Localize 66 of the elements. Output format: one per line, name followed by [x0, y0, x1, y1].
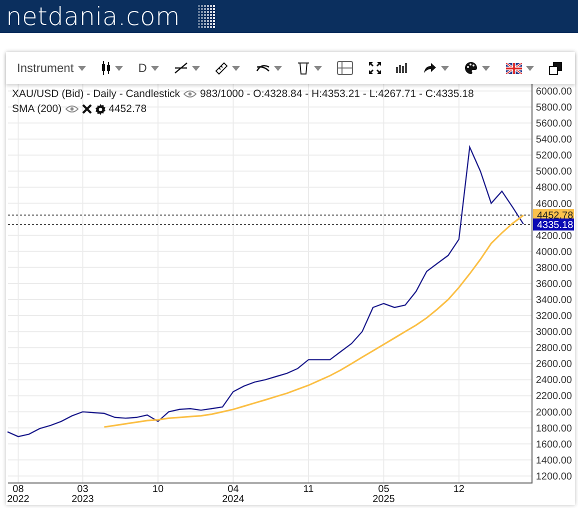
grid-logo-icon	[198, 4, 216, 28]
window-restore-icon	[548, 62, 562, 74]
settings-icon[interactable]	[94, 104, 106, 114]
caret-icon	[526, 66, 534, 70]
axis-label: 4200.00	[536, 230, 572, 242]
caret-icon	[150, 66, 159, 70]
axis-label: 4000.00	[536, 246, 572, 258]
axis-label: 4800.00	[536, 182, 572, 194]
caret-icon	[482, 66, 490, 70]
axis-label: 5200.00	[536, 150, 572, 162]
caret-icon	[314, 66, 322, 70]
indicator-value: 4452.78	[108, 103, 147, 115]
axis-label: 2800.00	[536, 343, 572, 354]
axis-label: 2600.00	[536, 359, 572, 370]
uk-flag-icon	[506, 62, 522, 74]
trash-icon	[296, 61, 310, 75]
interval-dropdown[interactable]: D	[135, 59, 162, 77]
axis-label: 1200.00	[536, 471, 572, 482]
palette-icon	[464, 61, 478, 75]
axis-label: 03 2023	[72, 484, 94, 505]
caret-icon	[232, 66, 240, 70]
site-logo[interactable]: netdania.com	[6, 2, 180, 31]
axis-label: 5800.00	[536, 102, 572, 114]
axis-label: 2200.00	[536, 391, 572, 402]
caret-icon	[78, 66, 86, 70]
caret-icon	[114, 66, 123, 70]
bar-chart-icon	[396, 63, 408, 73]
axis-label: 4600.00	[536, 198, 572, 210]
series-title: XAU/USD (Bid) - Daily - Candlestick	[12, 88, 180, 100]
axis-label: 3600.00	[536, 278, 572, 290]
price-marker: 4335.18	[533, 218, 574, 231]
axis-label: 04 2024	[222, 484, 244, 505]
fullscreen-icon	[368, 62, 380, 74]
eye-icon[interactable]	[183, 90, 198, 98]
axis-label: 1800.00	[536, 423, 572, 434]
axis-label: 10	[152, 484, 164, 495]
axis-label: 3400.00	[536, 295, 572, 306]
axis-label: 1400.00	[536, 455, 572, 466]
close-icon[interactable]	[82, 104, 92, 114]
axis-label: 5600.00	[536, 118, 572, 130]
axis-label: 1600.00	[536, 439, 572, 450]
axis-label: 08 2022	[7, 484, 30, 505]
indicator-title: SMA (200)	[12, 103, 62, 115]
axis-label: 12	[453, 484, 464, 495]
axis-label: 6000.00	[536, 86, 572, 98]
axis-label: 5000.00	[536, 166, 572, 178]
layout-icon	[337, 61, 354, 75]
caret-icon	[274, 66, 282, 70]
axis-label: 2000.00	[536, 407, 572, 418]
share-arrow-icon	[423, 62, 438, 74]
caret-icon	[192, 66, 200, 70]
caret-icon	[441, 66, 450, 70]
ref-line-label: 4335.18	[537, 220, 574, 231]
axis-label: 05 2025	[372, 484, 395, 505]
instrument-dropdown[interactable]: Instrument	[14, 59, 89, 77]
candlestick-icon	[100, 61, 111, 75]
axis-label: 5400.00	[536, 134, 572, 146]
ruler-icon	[215, 62, 228, 74]
axis-label: 3000.00	[536, 327, 572, 338]
line-tool-icon	[174, 62, 188, 74]
cross-lines-icon	[256, 62, 270, 74]
ohlc-values: 983/1000 - O:4328.84 - H:4353.21 - L:4267.71 - C:4335.18	[200, 88, 474, 100]
axis-label: 3800.00	[536, 262, 572, 274]
axis-label: 3200.00	[536, 311, 572, 322]
axis-label: 11	[303, 484, 314, 495]
axis-label: 2400.00	[536, 375, 572, 386]
